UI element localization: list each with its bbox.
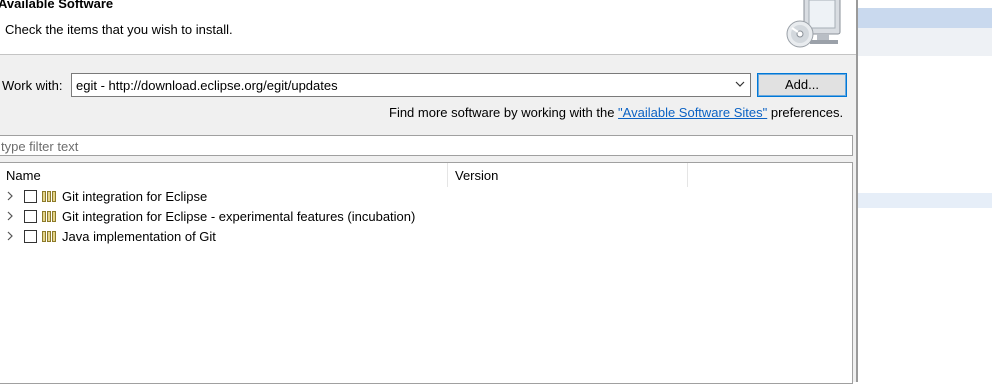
feature-category-icon	[42, 231, 56, 242]
chevron-right-icon[interactable]	[6, 231, 14, 241]
table-row[interactable]: Git integration for Eclipse	[0, 187, 852, 207]
column-divider[interactable]	[447, 163, 448, 187]
table-row[interactable]: Git integration for Eclipse - experiment…	[0, 207, 852, 227]
feature-category-icon	[42, 211, 56, 222]
row-label: Git integration for Eclipse	[62, 189, 208, 204]
background-application	[858, 0, 992, 382]
row-checkbox[interactable]	[24, 190, 37, 203]
filter-input[interactable]: type filter text	[0, 135, 853, 156]
background-selected-row	[858, 193, 992, 208]
column-divider[interactable]	[687, 163, 688, 187]
page-title: Available Software	[0, 0, 114, 11]
work-with-combo[interactable]: egit - http://download.eclipse.org/egit/…	[71, 73, 751, 97]
chevron-right-icon[interactable]	[6, 211, 14, 221]
dialog-banner: Available Software Check the items that …	[0, 0, 856, 55]
chevron-right-icon[interactable]	[6, 191, 14, 201]
chevron-down-icon[interactable]	[734, 78, 746, 90]
feature-category-icon	[42, 191, 56, 202]
find-more-prefix: Find more software by working with the	[389, 105, 619, 120]
work-with-value: egit - http://download.eclipse.org/egit/…	[76, 78, 338, 93]
available-software-sites-link[interactable]: "Available Software Sites"	[618, 105, 767, 120]
column-header-version[interactable]: Version	[455, 168, 498, 183]
table-header: Name Version	[0, 163, 852, 187]
available-software-dialog: Available Software Check the items that …	[0, 0, 858, 384]
row-label: Git integration for Eclipse - experiment…	[62, 209, 416, 224]
row-label: Java implementation of Git	[62, 229, 216, 244]
add-site-button[interactable]: Add...	[757, 73, 847, 97]
column-header-name[interactable]: Name	[6, 168, 41, 183]
filter-placeholder: type filter text	[1, 139, 79, 154]
page-subtitle: Check the items that you wish to install…	[5, 22, 233, 37]
row-checkbox[interactable]	[24, 210, 37, 223]
software-tree-table: Name Version Git integration for Eclipse	[0, 162, 853, 384]
find-more-text: Find more software by working with the "…	[389, 105, 843, 120]
install-cd-monitor-icon	[786, 0, 841, 48]
work-with-label: Work with:	[2, 78, 63, 93]
find-more-suffix: preferences.	[767, 105, 844, 120]
table-row[interactable]: Java implementation of Git	[0, 227, 852, 247]
background-toolbar	[858, 28, 992, 56]
background-title-bar	[858, 8, 992, 28]
row-checkbox[interactable]	[24, 230, 37, 243]
